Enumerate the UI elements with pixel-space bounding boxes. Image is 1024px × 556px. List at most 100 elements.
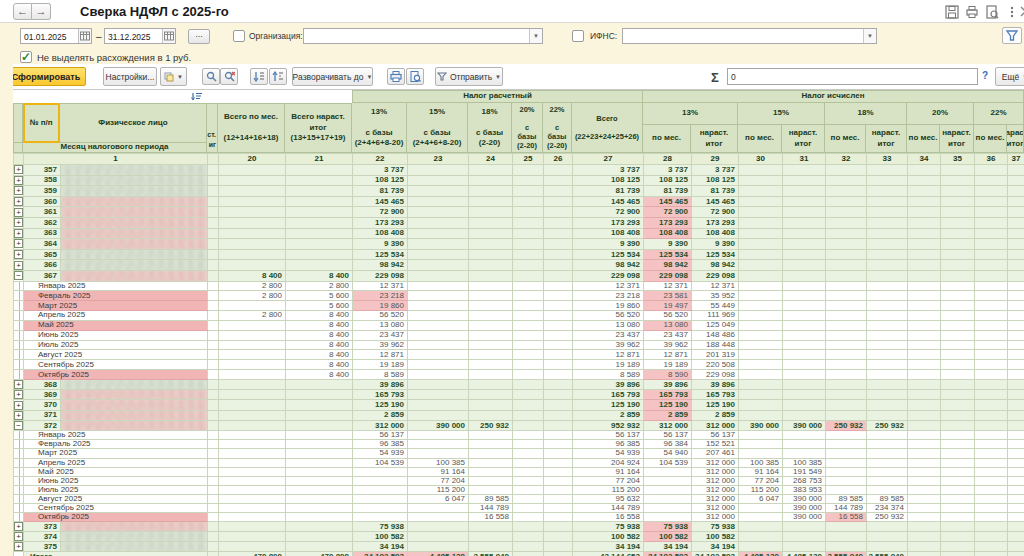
value-cell[interactable]: [975, 476, 1008, 485]
value-cell[interactable]: [941, 494, 975, 503]
value-cell[interactable]: [408, 186, 469, 197]
value-cell[interactable]: [908, 449, 941, 458]
value-cell[interactable]: [739, 513, 783, 522]
value-cell[interactable]: [469, 217, 513, 228]
value-cell[interactable]: [975, 228, 1008, 239]
value-cell[interactable]: [1008, 542, 1024, 552]
value-cell[interactable]: 390 000: [783, 503, 826, 512]
value-cell[interactable]: [219, 228, 286, 239]
clipped-column-cell[interactable]: [208, 207, 219, 218]
value-cell[interactable]: [469, 301, 513, 311]
value-cell[interactable]: 115 200: [408, 485, 469, 494]
value-cell[interactable]: 250 932: [469, 420, 513, 430]
value-cell[interactable]: [826, 207, 867, 218]
value-cell[interactable]: [469, 311, 513, 321]
row-number-cell[interactable]: 363: [24, 228, 61, 239]
month-label-cell[interactable]: Июль 2025: [24, 340, 208, 350]
value-cell[interactable]: [408, 390, 469, 400]
value-cell[interactable]: [513, 228, 544, 239]
value-cell[interactable]: [826, 522, 867, 532]
value-cell[interactable]: [1008, 350, 1024, 360]
value-cell[interactable]: [408, 503, 469, 512]
value-cell[interactable]: [1008, 420, 1024, 430]
value-cell[interactable]: [1008, 400, 1024, 410]
value-cell[interactable]: 312 000: [692, 485, 739, 494]
value-cell[interactable]: [975, 431, 1008, 440]
expander-cell[interactable]: +: [14, 532, 24, 542]
value-cell[interactable]: 3 737: [573, 165, 644, 176]
value-cell[interactable]: [783, 431, 826, 440]
value-cell[interactable]: [867, 165, 908, 176]
value-cell[interactable]: [286, 196, 353, 207]
value-cell[interactable]: [513, 420, 544, 430]
value-cell[interactable]: 204 924: [573, 458, 644, 467]
value-cell[interactable]: [867, 270, 908, 281]
person-name-cell[interactable]: [61, 217, 208, 228]
value-cell[interactable]: [469, 270, 513, 281]
value-cell[interactable]: [408, 311, 469, 321]
value-cell[interactable]: 152 521: [692, 440, 739, 449]
value-cell[interactable]: [219, 420, 286, 430]
value-cell[interactable]: 36: [975, 154, 1008, 165]
value-cell[interactable]: 16 558: [469, 513, 513, 522]
ifns-select[interactable]: ▼: [622, 28, 877, 44]
person-name-cell[interactable]: [61, 532, 208, 542]
value-cell[interactable]: [544, 379, 573, 389]
clipped-column-cell[interactable]: [208, 350, 219, 360]
value-cell[interactable]: [941, 320, 975, 330]
value-cell[interactable]: 8 400: [286, 270, 353, 281]
month-row[interactable]: Февраль 202596 38596 38596 384152 521: [14, 440, 1024, 449]
col-header-22[interactable]: 22%: [974, 103, 1024, 125]
expander-cell[interactable]: [14, 449, 24, 458]
value-cell[interactable]: [219, 390, 286, 400]
preview-icon[interactable]: [985, 5, 999, 19]
date-to-field[interactable]: 31.12.2025: [104, 28, 176, 44]
value-cell[interactable]: 173 293: [692, 217, 739, 228]
value-cell[interactable]: [513, 458, 544, 467]
value-cell[interactable]: [941, 270, 975, 281]
expander-cell[interactable]: [14, 370, 24, 380]
value-cell[interactable]: [739, 449, 783, 458]
expand-icon[interactable]: +: [14, 218, 23, 227]
report-variants-button[interactable]: ▼: [160, 67, 187, 86]
col-header-20[interactable]: 20%: [907, 103, 974, 125]
expander-cell[interactable]: +: [14, 165, 24, 176]
value-cell[interactable]: [908, 458, 941, 467]
expand-icon[interactable]: +: [14, 522, 23, 531]
value-cell[interactable]: 77 204: [573, 476, 644, 485]
value-cell[interactable]: [826, 467, 867, 476]
month-label-cell[interactable]: Июль 2025: [24, 485, 208, 494]
value-cell[interactable]: [867, 542, 908, 552]
value-cell[interactable]: 312 000: [692, 503, 739, 512]
person-row[interactable]: +370125 190125 190125 190125 190: [14, 400, 1024, 410]
value-cell[interactable]: 390 000: [783, 494, 826, 503]
col-header-15-cumul[interactable]: нараст. итог: [782, 125, 825, 153]
value-cell[interactable]: [908, 400, 941, 410]
value-cell[interactable]: 35 952: [692, 291, 739, 301]
value-cell[interactable]: 34 194: [644, 542, 692, 552]
row-number-cell[interactable]: 372: [24, 420, 61, 430]
value-cell[interactable]: 98 942: [573, 260, 644, 271]
value-cell[interactable]: 89 585: [867, 494, 908, 503]
value-cell[interactable]: [1008, 379, 1024, 389]
month-label-cell[interactable]: Июнь 2025: [24, 476, 208, 485]
col-header-row-number[interactable]: № п/п: [23, 103, 60, 143]
value-cell[interactable]: [1008, 476, 1024, 485]
value-cell[interactable]: 108 408: [644, 228, 692, 239]
value-cell[interactable]: 108 125: [644, 175, 692, 186]
value-cell[interactable]: 390 000: [408, 420, 469, 430]
month-row[interactable]: Январь 20252 8002 80012 37112 37112 3711…: [14, 281, 1024, 291]
value-cell[interactable]: [941, 330, 975, 340]
value-cell[interactable]: [941, 485, 975, 494]
total-row[interactable]: Итого470 800470 80034 192 5934 485 1303 …: [14, 552, 1024, 556]
value-cell[interactable]: [219, 458, 286, 467]
value-cell[interactable]: [544, 175, 573, 186]
value-cell[interactable]: [544, 410, 573, 420]
value-cell[interactable]: 23: [408, 154, 469, 165]
value-cell[interactable]: [513, 217, 544, 228]
value-cell[interactable]: [408, 522, 469, 532]
expand-icon[interactable]: +: [14, 186, 23, 195]
value-cell[interactable]: 2 859: [692, 410, 739, 420]
chevron-down-icon[interactable]: ▼: [863, 29, 876, 43]
value-cell[interactable]: [408, 410, 469, 420]
